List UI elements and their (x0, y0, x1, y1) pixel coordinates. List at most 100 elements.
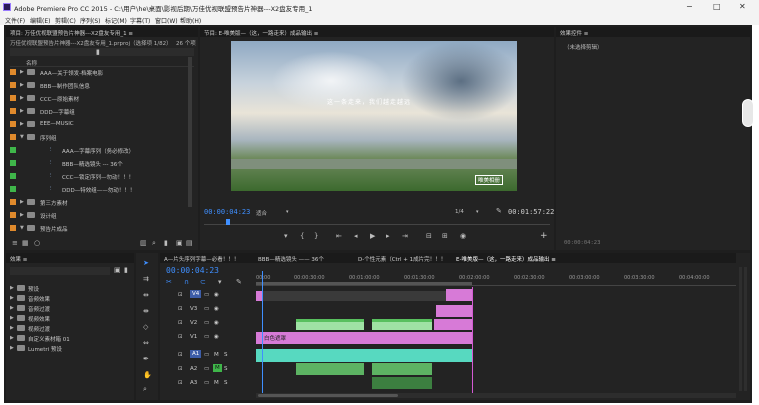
mute-button[interactable]: M (214, 352, 219, 358)
eye-icon[interactable]: ◉ (214, 334, 219, 340)
collapse-arrow-icon[interactable]: ▼ (20, 225, 24, 231)
timeline-ruler[interactable]: 00:00 00:00:30:00 00:01:00:00 00:01:30:0… (256, 272, 746, 286)
resolution-dropdown[interactable]: 1/4 (455, 209, 464, 215)
sequence-tab[interactable]: D-个性元素（Ctrl + 1成片完！！！ (358, 255, 446, 263)
extract-icon[interactable]: ⊞ (442, 232, 448, 240)
timeline-playhead[interactable] (262, 271, 263, 397)
expand-arrow-icon[interactable]: ▶ (20, 95, 24, 101)
slip-tool-icon[interactable]: ⇔ (143, 339, 149, 347)
timeline-tracks-area[interactable]: 白色遮罩 (256, 271, 746, 397)
expand-arrow-icon[interactable]: ▶ (20, 212, 24, 218)
effect-controls-tab[interactable]: 效果控件 ≡ (556, 27, 750, 37)
a1-audio-clip[interactable] (256, 349, 472, 362)
sync-lock-icon[interactable]: ▭ (204, 306, 209, 312)
go-to-in-icon[interactable]: ⇤ (336, 232, 342, 240)
v1-clip-white-matte[interactable]: 白色遮罩 (256, 332, 472, 344)
export-frame-icon[interactable]: ◉ (460, 232, 466, 240)
chevron-down-icon[interactable]: ▾ (476, 209, 479, 215)
list-item[interactable]: ▼ 序列组 (10, 132, 190, 144)
lock-icon[interactable]: ⊡ (178, 320, 183, 326)
menu-window[interactable]: 窗口(W) (155, 16, 178, 25)
v3-clip[interactable] (436, 305, 472, 317)
lock-icon[interactable]: ⊡ (178, 352, 183, 358)
track-header-a3[interactable]: ⊡ A3 ▭ M S (160, 377, 256, 391)
track-header-v2[interactable]: ⊡ V2 ▭ ◉ (160, 317, 256, 331)
sync-lock-icon[interactable]: ▭ (204, 320, 209, 326)
expand-arrow-icon[interactable]: ▶ (20, 199, 24, 205)
ripple-edit-tool-icon[interactable]: ⇹ (143, 291, 149, 299)
wrench-icon[interactable]: ✎ (496, 207, 502, 215)
v2-clip[interactable] (296, 319, 364, 330)
program-video-frame[interactable]: 这一条走来，我们越走越远 唯美相册 (231, 41, 517, 191)
effects-search-input[interactable] (10, 267, 110, 275)
go-to-out-icon[interactable]: ⇥ (402, 232, 408, 240)
add-marker-icon[interactable]: ▾ (284, 232, 288, 240)
expand-arrow-icon[interactable]: ▶ (10, 315, 14, 321)
list-item[interactable]: ⫶ BBB—精选镜头 --- 36个 (10, 158, 190, 170)
new-item-icon[interactable]: ▣ (176, 239, 183, 247)
list-item[interactable]: ▼ 预告片成品 (10, 223, 190, 235)
clear-icon[interactable]: ▤ (186, 239, 193, 247)
project-scrollbar[interactable] (188, 57, 192, 207)
icon-view-icon[interactable]: ▦ (22, 239, 29, 247)
expand-arrow-icon[interactable]: ▶ (10, 345, 14, 351)
track-header-v1[interactable]: ⊡ V1 ▭ ◉ (160, 331, 256, 345)
expand-arrow-icon[interactable]: ▶ (10, 285, 14, 291)
hand-tool-icon[interactable]: ✋ (143, 371, 152, 379)
lock-icon[interactable]: ⊡ (178, 380, 183, 386)
lock-icon[interactable]: ⊡ (178, 366, 183, 372)
solo-button[interactable]: S (224, 366, 228, 372)
menu-edit[interactable]: 编辑(E) (30, 16, 50, 25)
expand-arrow-icon[interactable]: ▶ (10, 325, 14, 331)
button-editor-icon[interactable]: + (540, 231, 548, 241)
rolling-edit-tool-icon[interactable]: ⇼ (143, 307, 149, 315)
linked-selection-icon[interactable]: ⊂ (200, 278, 206, 286)
lift-icon[interactable]: ⊟ (426, 232, 432, 240)
track-header-a2[interactable]: ⊡ A2 ▭ M S (160, 363, 256, 377)
collapse-arrow-icon[interactable]: ▼ (20, 134, 24, 140)
menu-file[interactable]: 文件(F) (5, 16, 25, 25)
selection-tool-icon[interactable]: ➤ (143, 259, 149, 267)
razor-tool-icon[interactable]: ◇ (143, 323, 148, 331)
mute-button[interactable]: M (213, 364, 222, 372)
new-bin-icon[interactable]: ▮ (124, 266, 128, 274)
a3-audio-clip[interactable] (372, 377, 432, 389)
eye-icon[interactable]: ◉ (214, 320, 219, 326)
sequence-tab-active[interactable]: E-唯美版—（这，一路走来）成品输出 ≡ (456, 255, 556, 263)
scrollbar-thumb[interactable] (258, 394, 398, 397)
expand-arrow-icon[interactable]: ▶ (10, 305, 14, 311)
timeline-timecode[interactable]: 00:00:04:23 (166, 266, 219, 275)
expand-arrow-icon[interactable]: ▶ (20, 121, 24, 127)
chevron-down-icon[interactable]: ▾ (286, 209, 289, 215)
new-bin-icon[interactable]: ▮ (164, 239, 168, 247)
work-area-bar[interactable] (256, 282, 472, 285)
list-item[interactable]: ▶ AAA—关于领发-档案电影 (10, 67, 190, 79)
sync-lock-icon[interactable]: ▭ (204, 366, 209, 372)
project-tab[interactable]: 项目: 万佳优视联盟预告片神器---X2盘友专用_1 ≡ (6, 27, 198, 37)
step-forward-icon[interactable]: ▸ (386, 232, 390, 240)
lock-icon[interactable]: ⊡ (178, 334, 183, 340)
minimize-button[interactable]: − (686, 2, 693, 11)
playhead-marker[interactable] (226, 219, 230, 225)
v2-clip[interactable] (372, 319, 432, 330)
v2-clip[interactable] (434, 319, 472, 330)
a2-audio-clip[interactable] (296, 363, 364, 375)
list-item[interactable]: ▶ DDD—字幕组 (10, 106, 190, 118)
menu-title[interactable]: 字幕(T) (130, 16, 150, 25)
list-item[interactable]: ▶ 第三方素材 (10, 197, 190, 209)
menu-sequence[interactable]: 序列(S) (80, 16, 101, 25)
a2-audio-clip[interactable] (372, 363, 432, 375)
project-search-input[interactable] (10, 48, 194, 56)
effects-tab[interactable]: 效果 ≡ (6, 253, 134, 263)
expand-arrow-icon[interactable]: ▶ (20, 69, 24, 75)
v4-clip[interactable] (262, 291, 472, 301)
solo-button[interactable]: S (224, 380, 228, 386)
list-item[interactable]: ⫶ DDD—特效组——勿动！！！ (10, 184, 190, 196)
fit-dropdown[interactable]: 适合 (256, 209, 267, 217)
menu-clip[interactable]: 剪辑(C) (55, 16, 76, 25)
new-bin-icon[interactable]: ▮ (96, 48, 100, 56)
program-playhead-timecode[interactable]: 00:00:04:23 (204, 208, 250, 216)
list-item[interactable]: ▶ CCC—原始素材 (10, 93, 190, 105)
list-item[interactable]: ▶ BBB—制作团队信息 (10, 80, 190, 92)
list-item[interactable]: ⫶ CCC—锁定序列—勿动！！！ (10, 171, 190, 183)
